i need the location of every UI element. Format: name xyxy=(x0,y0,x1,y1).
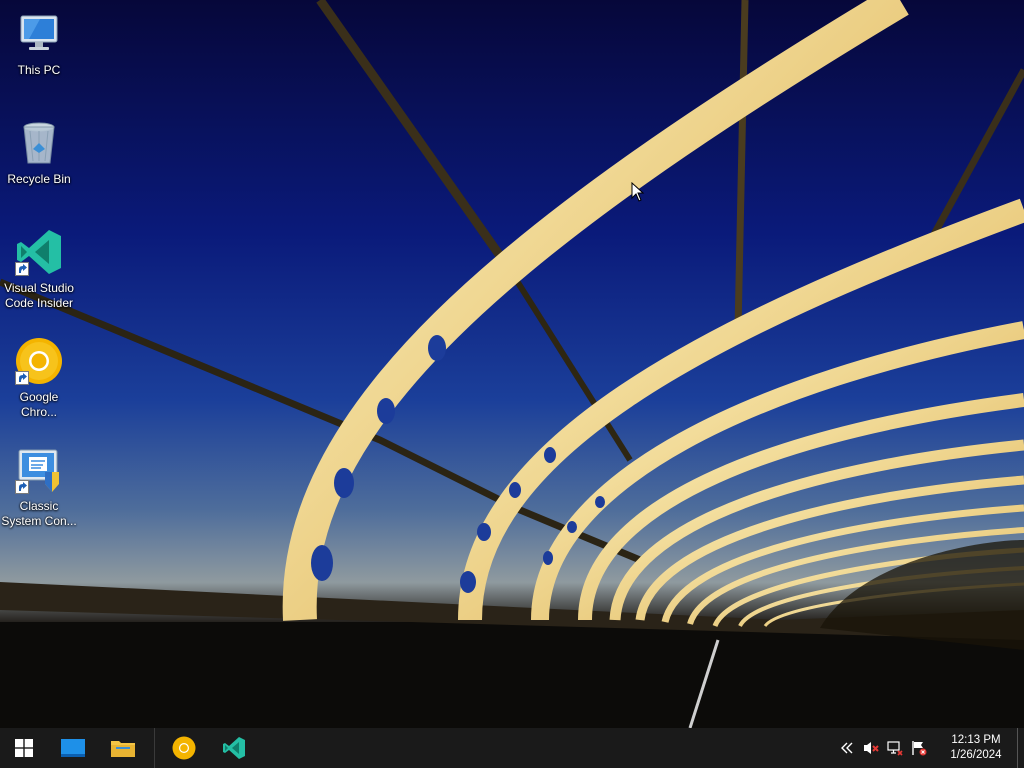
clock-time: 12:13 PM xyxy=(951,734,1001,746)
clock-date: 1/26/2024 xyxy=(950,749,1002,761)
vscode-insiders-icon xyxy=(223,737,245,759)
desktop-icon-recycle-bin[interactable]: Recycle Bin xyxy=(0,113,78,213)
desktop[interactable]: This PC Recycle Bin Visual Studio Code I… xyxy=(0,0,1024,728)
folder-icon xyxy=(111,741,135,757)
chevron-left-icon xyxy=(841,742,853,754)
mouse-cursor-icon xyxy=(631,182,645,202)
action-center-flag-icon xyxy=(912,741,927,756)
desktop-icon xyxy=(61,739,85,757)
google-chrome-icon xyxy=(15,337,63,385)
taskbar-file-explorer-button[interactable] xyxy=(98,728,148,768)
control-panel-icon xyxy=(15,446,63,494)
network-disconnected-icon xyxy=(887,741,903,756)
desktop-icon-label: Visual Studio Code Insider xyxy=(4,281,74,310)
system-tray: 12:13 PM 1/26/2024 xyxy=(835,728,1024,768)
desktop-icon-vscode-insiders[interactable]: Visual Studio Code Insider xyxy=(0,222,78,322)
desktop-icon-this-pc[interactable]: This PC xyxy=(0,4,78,104)
desktop-icon-label: Classic System Con... xyxy=(1,499,77,528)
recycle-bin-icon xyxy=(15,119,63,167)
start-button[interactable] xyxy=(0,728,48,768)
desktop-icon-label: This PC xyxy=(17,63,61,77)
windows-start-icon xyxy=(15,739,33,757)
volume-muted-icon xyxy=(864,742,879,754)
desktop-icon-google-chrome[interactable]: Google Chro... xyxy=(0,331,78,431)
shortcut-arrow-icon xyxy=(15,371,29,385)
desktop-icon-classic-control-panel[interactable]: Classic System Con... xyxy=(0,440,78,540)
show-hidden-icons-button[interactable] xyxy=(835,728,859,768)
taskbar: 12:13 PM 1/26/2024 xyxy=(0,728,1024,768)
wallpaper-bridge-image xyxy=(0,0,1024,728)
taskbar-vscode-insiders-button[interactable] xyxy=(209,728,259,768)
google-chrome-icon xyxy=(172,736,196,760)
volume-button[interactable] xyxy=(859,728,883,768)
taskbar-separator xyxy=(154,728,155,768)
taskbar-clock[interactable]: 12:13 PM 1/26/2024 xyxy=(939,733,1013,763)
shortcut-arrow-icon xyxy=(15,262,29,276)
action-center-button[interactable] xyxy=(907,728,931,768)
this-pc-icon xyxy=(15,10,63,58)
desktop-icon-label: Google Chro... xyxy=(19,390,59,419)
show-desktop-button[interactable] xyxy=(1017,728,1024,768)
taskbar-task-view-button[interactable] xyxy=(48,728,98,768)
network-button[interactable] xyxy=(883,728,907,768)
vscode-insiders-icon xyxy=(15,228,63,276)
shortcut-arrow-icon xyxy=(15,480,29,494)
desktop-icon-label: Recycle Bin xyxy=(7,172,71,186)
taskbar-google-chrome-button[interactable] xyxy=(159,728,209,768)
